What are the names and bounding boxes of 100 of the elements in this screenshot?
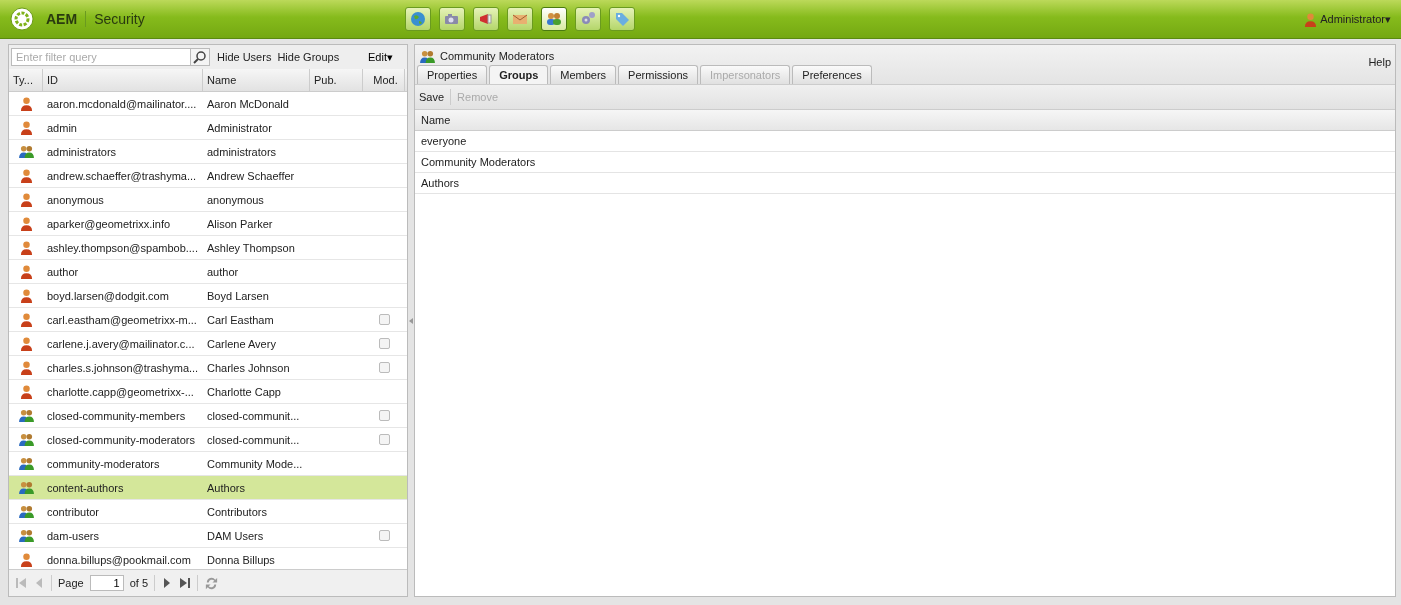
- tab[interactable]: Members: [550, 65, 617, 84]
- filter-field[interactable]: Enter filter query: [11, 48, 191, 66]
- table-cell-text: boyd.larsen@dodgit.com: [47, 289, 170, 302]
- table-row[interactable]: carl.eastham@geometrixx-m... Carl Eastham: [9, 308, 407, 332]
- table-cell-text: DAM Users: [207, 529, 265, 542]
- moderated-checkbox[interactable]: [378, 314, 390, 325]
- table-cell-text: closed-communit...: [207, 433, 301, 446]
- table-row[interactable]: aaron.mcdonald@mailinator.... Aaron McDonald: [9, 92, 407, 116]
- table-row[interactable]: dam-users DAM Users: [9, 524, 407, 548]
- table-cell-text: anonymous: [47, 193, 105, 206]
- column-header[interactable]: Pub.: [310, 69, 363, 91]
- table-row[interactable]: aparker@geometrixx.info Alison Parker: [9, 212, 407, 236]
- column-header[interactable]: Name: [421, 114, 451, 126]
- table-row[interactable]: anonymous anonymous: [9, 188, 407, 212]
- first-page-icon[interactable]: [15, 577, 27, 589]
- table-row[interactable]: closed-community-members closed-communit...: [9, 404, 407, 428]
- table-cell-text: carl.eastham@geometrixx-m...: [47, 313, 198, 326]
- moderated-checkbox[interactable]: [378, 338, 390, 349]
- column-header[interactable]: ID: [43, 69, 203, 91]
- page-count: of 5: [129, 577, 149, 589]
- page-number-field[interactable]: 1: [89, 575, 124, 591]
- table-row[interactable]: charlotte.capp@geometrixx-... Charlotte Capp: [9, 380, 407, 404]
- table-cell-text: Donna Billups: [207, 553, 276, 566]
- table-row[interactable]: charles.s.johnson@trashyma... Charles Johnson: [9, 356, 407, 380]
- table-cell-text: Contributors: [207, 505, 268, 518]
- moderated-checkbox[interactable]: [378, 530, 390, 541]
- moderated-checkbox[interactable]: [378, 362, 390, 373]
- group-icon: [17, 457, 35, 470]
- table-cell-text: dam-users: [47, 529, 100, 542]
- last-page-icon[interactable]: [179, 577, 192, 589]
- table-cell-text: Authors: [207, 481, 246, 494]
- tab[interactable]: Properties: [417, 65, 488, 84]
- table-cell-text: Aaron McDonald: [207, 97, 290, 110]
- refresh-icon[interactable]: [204, 575, 220, 591]
- table-cell-text: Boyd Larsen: [207, 289, 270, 302]
- search-icon[interactable]: [191, 48, 210, 66]
- table-cell: Authors: [415, 173, 1395, 194]
- table-cell-text: Andrew Schaeffer: [207, 169, 296, 182]
- person-icon: [19, 264, 33, 279]
- gears-console-button[interactable]: [574, 7, 601, 31]
- person-icon: [19, 360, 33, 375]
- table-row[interactable]: author author: [9, 260, 407, 284]
- moderated-checkbox[interactable]: [378, 434, 390, 445]
- group-icon: [17, 409, 35, 422]
- column-header[interactable]: Mod.: [363, 69, 405, 91]
- table-cell-text: Carl Eastham: [207, 313, 275, 326]
- table-cell-text: aaron.mcdonald@mailinator....: [47, 97, 198, 110]
- table-row[interactable]: admin Administrator: [9, 116, 407, 140]
- megaphone-console-button[interactable]: [472, 7, 499, 31]
- table-cell-text: contributor: [47, 505, 100, 518]
- table-row[interactable]: boyd.larsen@dodgit.com Boyd Larsen: [9, 284, 407, 308]
- table-cell-text: Administrator: [207, 121, 273, 134]
- table-cell-text: charles.s.johnson@trashyma...: [47, 361, 200, 374]
- table-cell-text: closed-community-members: [47, 409, 187, 422]
- table-cell-text: Alison Parker: [207, 217, 274, 230]
- table-cell-text: content-authors: [47, 481, 125, 494]
- person-icon: [19, 288, 33, 303]
- person-icon: [19, 552, 33, 567]
- person-icon: [19, 216, 33, 231]
- camera-console-button[interactable]: [438, 7, 465, 31]
- edit-menu-button[interactable]: Edit▾: [362, 49, 399, 65]
- user-menu[interactable]: Administrator▾: [1320, 12, 1391, 26]
- table-row[interactable]: ashley.thompson@spambob.... Ashley Thompson: [9, 236, 407, 260]
- group-icon: [17, 505, 35, 518]
- table-row[interactable]: closed-community-moderators closed-communit...: [9, 428, 407, 452]
- table-cell-text: closed-community-moderators: [47, 433, 196, 446]
- table-cell-text: Ashley Thompson: [207, 241, 296, 254]
- tag-console-button[interactable]: [608, 7, 635, 31]
- group-icon: [17, 145, 35, 158]
- table-row[interactable]: andrew.schaeffer@trashyma... Andrew Schaeffer: [9, 164, 407, 188]
- tab[interactable]: Permissions: [618, 65, 698, 84]
- user-icon: [1304, 11, 1318, 27]
- table-cell-text: author: [207, 265, 240, 278]
- table-row[interactable]: carlene.j.avery@mailinator.c... Carlene Avery: [9, 332, 407, 356]
- brand-name: AEM: [46, 11, 87, 27]
- table-row[interactable]: administrators administrators: [9, 140, 407, 164]
- group-icon: [17, 481, 35, 494]
- tab[interactable]: Preferences: [792, 65, 872, 84]
- envelope-console-button[interactable]: [506, 7, 533, 31]
- column-header[interactable]: Name: [203, 69, 310, 91]
- toolbar-button[interactable]: Save: [419, 91, 445, 103]
- moderated-checkbox[interactable]: [378, 410, 390, 421]
- tab[interactable]: Groups: [489, 65, 549, 84]
- people-console-button[interactable]: [540, 7, 567, 31]
- globe-console-button[interactable]: [404, 7, 431, 31]
- table-cell-text: charlotte.capp@geometrixx-...: [47, 385, 195, 398]
- group-icon: [419, 49, 436, 63]
- table-cell-text: administrators: [47, 145, 118, 158]
- logo-icon[interactable]: [10, 7, 34, 31]
- filter-link[interactable]: Hide Groups: [277, 51, 340, 63]
- table-row[interactable]: content-authors Authors: [9, 476, 407, 500]
- person-icon: [19, 312, 33, 327]
- table-cell-text: andrew.schaeffer@trashyma...: [47, 169, 198, 182]
- table-cell-text: admin: [47, 121, 78, 134]
- table-row[interactable]: contributor Contributors: [9, 500, 407, 524]
- table-cell: Community Moderators: [415, 152, 1395, 173]
- filter-link[interactable]: Hide Users: [217, 51, 272, 63]
- person-icon: [19, 192, 33, 207]
- help-link[interactable]: Help: [1368, 56, 1391, 68]
- column-header[interactable]: Ty...: [9, 69, 43, 91]
